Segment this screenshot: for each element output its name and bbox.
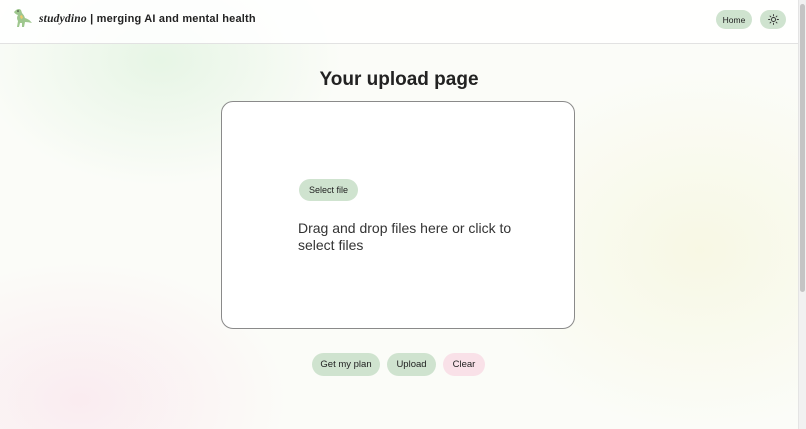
brand-tagline: | merging AI and mental health — [90, 13, 256, 25]
scrollbar-thumb[interactable] — [800, 4, 805, 292]
page-scrollbar[interactable] — [798, 0, 806, 429]
dinosaur-logo-icon — [14, 9, 32, 27]
clear-button[interactable]: Clear — [443, 353, 485, 376]
brand-name: studydino — [39, 13, 87, 25]
upload-button[interactable]: Upload — [387, 353, 436, 376]
get-my-plan-button[interactable]: Get my plan — [312, 353, 380, 376]
select-file-button[interactable]: Select file — [299, 179, 358, 201]
theme-toggle-button[interactable] — [760, 10, 786, 29]
file-dropzone[interactable]: Select file Drag and drop files here or … — [221, 101, 575, 329]
brand-title: studydino | merging AI and mental health — [39, 13, 256, 25]
home-button[interactable]: Home — [716, 10, 752, 29]
dropzone-instructions: Drag and drop files here or click to sel… — [298, 220, 512, 253]
upload-page: studydino | merging AI and mental health… — [0, 0, 798, 429]
top-nav: studydino | merging AI and mental health… — [0, 0, 798, 44]
page-title: Your upload page — [319, 69, 479, 90]
sun-icon — [767, 14, 779, 25]
